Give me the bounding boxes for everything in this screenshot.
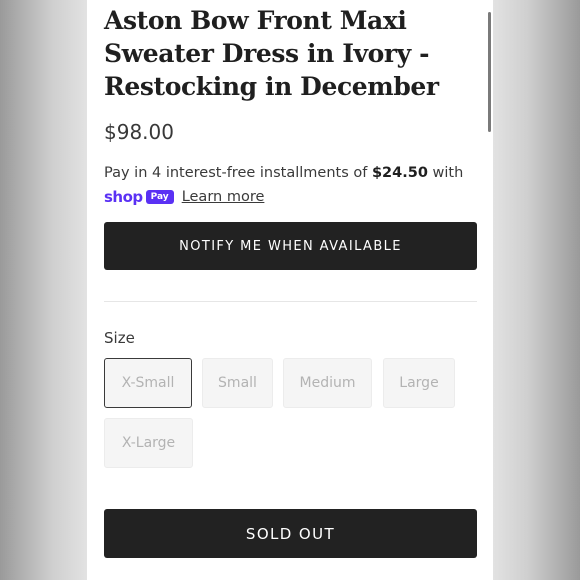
scrollbar[interactable]: [488, 12, 491, 132]
product-price: $98.00: [104, 120, 174, 144]
shop-pay-row: shop Pay Learn more: [104, 186, 264, 208]
size-option-x-large[interactable]: X-Large: [104, 418, 193, 468]
installments-text: Pay in 4 interest-free installments of $…: [104, 161, 474, 186]
background-left: [0, 0, 87, 580]
installments-prefix: Pay in 4 interest-free installments of: [104, 165, 372, 181]
size-option-small[interactable]: Small: [202, 358, 273, 408]
notify-me-button[interactable]: NOTIFY ME WHEN AVAILABLE: [104, 222, 477, 270]
size-option-large[interactable]: Large: [383, 358, 455, 408]
divider: [104, 301, 477, 302]
learn-more-link[interactable]: Learn more: [182, 189, 265, 205]
sold-out-button[interactable]: SOLD OUT: [104, 509, 477, 558]
product-panel: Aston Bow Front Maxi Sweater Dress in Iv…: [87, 0, 493, 580]
shop-pay-logo: shop: [104, 188, 143, 206]
installment-amount: $24.50: [371, 165, 428, 181]
size-label: Size: [104, 329, 135, 347]
product-title: Aston Bow Front Maxi Sweater Dress in Iv…: [104, 6, 439, 101]
pay-badge: Pay: [145, 190, 174, 204]
size-option-x-small[interactable]: X-Small: [104, 358, 192, 408]
installments-suffix: with: [427, 165, 464, 181]
size-option-medium[interactable]: Medium: [283, 358, 372, 408]
background-right: [493, 0, 580, 580]
